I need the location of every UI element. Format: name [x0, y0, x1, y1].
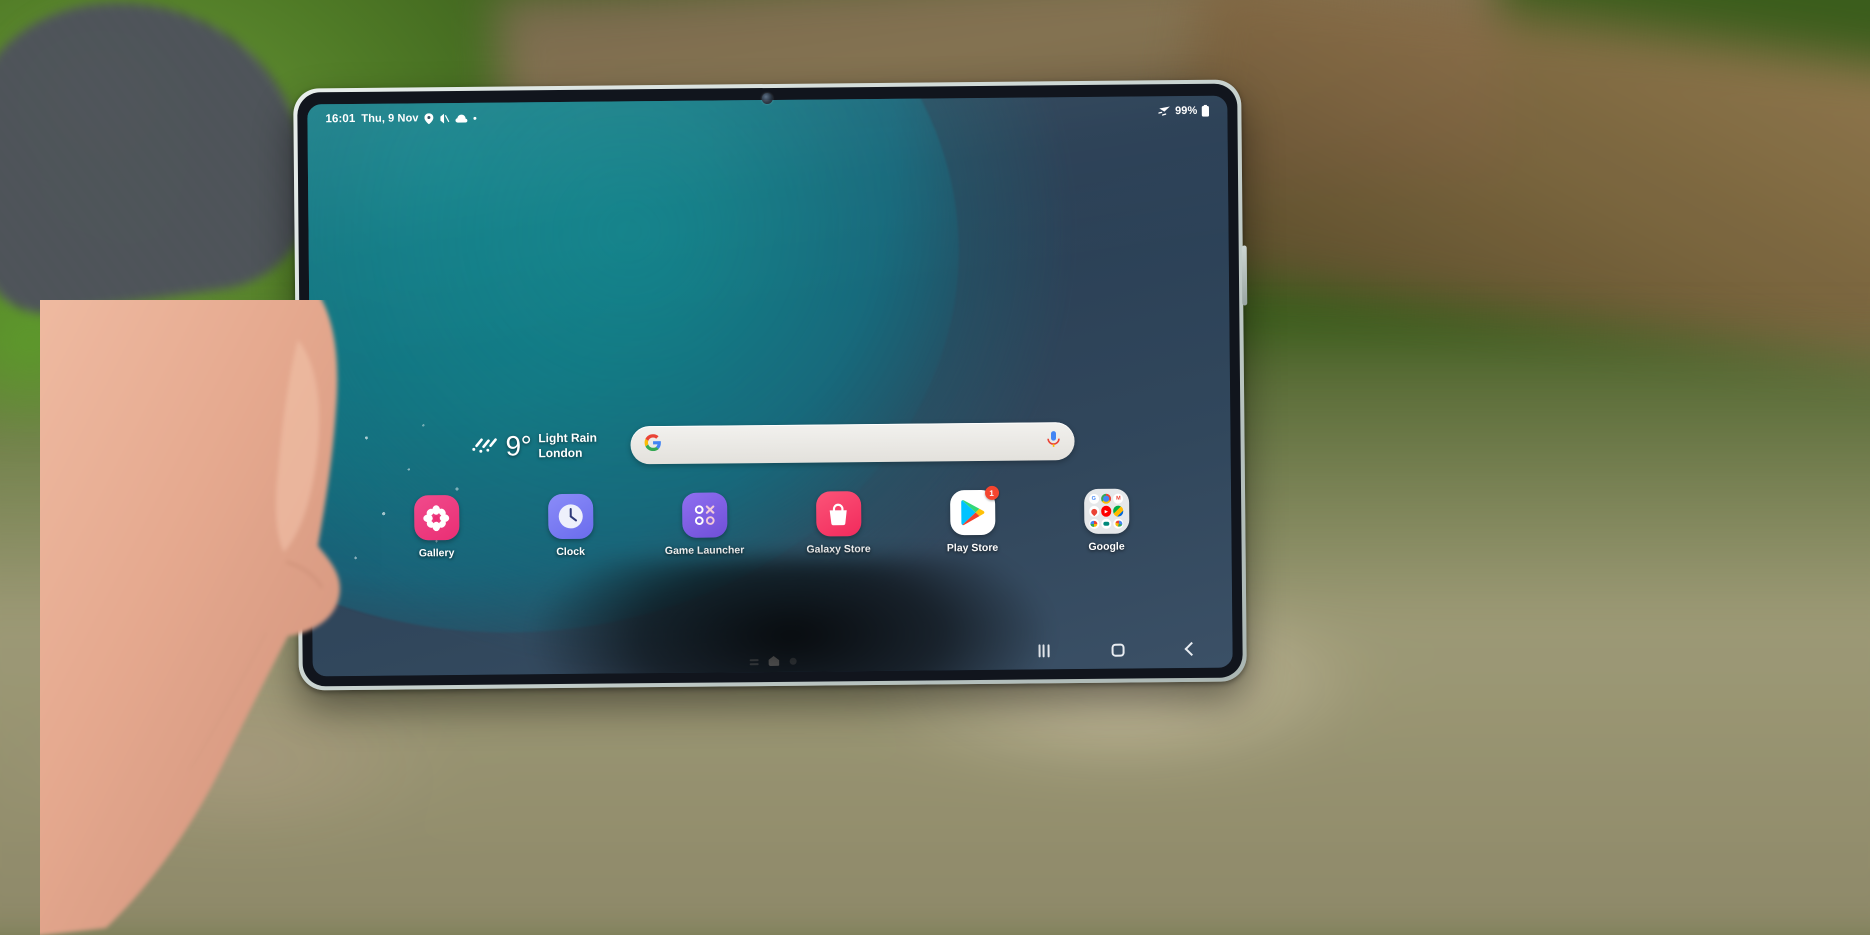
search-input[interactable] — [662, 441, 1047, 445]
power-button[interactable] — [1241, 245, 1248, 306]
light-rain-icon — [470, 432, 498, 461]
chrome-icon — [1100, 493, 1112, 505]
home-page-indicator[interactable] — [768, 656, 779, 666]
app-grid: Gallery Clock Game Launcher Galaxy Store… — [311, 485, 1232, 561]
app-label: Play Store — [946, 541, 999, 555]
youtube-icon: ▶ — [1101, 506, 1112, 517]
status-bar-right: 99% — [1158, 104, 1210, 118]
gallery-icon[interactable] — [413, 494, 459, 541]
more-dot-icon — [473, 116, 477, 120]
app-gallery[interactable]: Gallery — [393, 494, 480, 560]
battery-percent: 99% — [1175, 104, 1198, 118]
home-widget-row: 9° Light Rain London — [310, 412, 1230, 477]
game-launcher-icon[interactable] — [681, 492, 727, 538]
app-galaxy-store[interactable]: Galaxy Store — [795, 491, 882, 556]
app-label: Google — [1088, 540, 1125, 553]
status-time: 16:01 — [325, 112, 356, 126]
weather-detail: Light Rain London — [538, 431, 597, 462]
app-label: Game Launcher — [664, 544, 745, 558]
home-icon — [1110, 643, 1125, 657]
apps-page-indicator[interactable] — [749, 658, 758, 665]
back-button[interactable] — [1178, 636, 1204, 662]
app-game-launcher[interactable]: Game Launcher — [661, 492, 748, 557]
vibrate-icon — [440, 113, 450, 124]
photos-icon — [1088, 518, 1100, 529]
clock-icon[interactable] — [547, 493, 593, 540]
google-g-icon — [645, 434, 662, 456]
tablet-bezel: 16:01 Thu, 9 Nov 99% 9° Light Rain Londo… — [297, 83, 1243, 687]
battery-icon — [1201, 104, 1210, 117]
weather-location: London — [538, 445, 583, 461]
page-indicator-3[interactable] — [789, 657, 797, 665]
photo-scene: 16:01 Thu, 9 Nov 99% 9° Light Rain Londo… — [0, 0, 1870, 935]
tablet-device: 16:01 Thu, 9 Nov 99% 9° Light Rain Londo… — [293, 79, 1248, 691]
google-one-icon — [1113, 518, 1124, 529]
gmail-icon: M — [1113, 493, 1124, 505]
google-folder-icon[interactable]: G M ▶ — [1083, 488, 1129, 534]
weather-widget[interactable]: 9° Light Rain London — [470, 430, 597, 462]
play-store-badge: 1 — [984, 485, 999, 500]
maps-icon — [1088, 506, 1100, 517]
data-saver-icon — [1158, 106, 1171, 116]
galaxy-store-icon[interactable] — [815, 491, 861, 537]
app-label: Gallery — [418, 547, 455, 560]
cloud-icon — [455, 113, 468, 123]
status-bar-left: 16:01 Thu, 9 Nov — [325, 112, 477, 126]
app-play-store[interactable]: 1 Play Store — [929, 485, 1016, 555]
play-store-icon[interactable]: 1 — [949, 485, 999, 536]
app-label: Clock — [556, 545, 585, 559]
location-icon — [424, 112, 434, 124]
meet-icon — [1101, 518, 1112, 529]
app-clock[interactable]: Clock — [527, 493, 614, 559]
recents-button[interactable] — [1030, 637, 1056, 663]
drive-icon — [1113, 505, 1124, 517]
navigation-bar[interactable] — [1030, 636, 1204, 664]
microphone-icon[interactable] — [1047, 430, 1061, 453]
back-icon — [1184, 641, 1199, 657]
home-button[interactable] — [1104, 637, 1130, 663]
app-label: Galaxy Store — [806, 543, 871, 556]
weather-condition: Light Rain — [538, 430, 598, 446]
tablet-screen[interactable]: 16:01 Thu, 9 Nov 99% 9° Light Rain Londo… — [307, 95, 1233, 677]
app-google-folder[interactable]: G M ▶ Google — [1063, 488, 1150, 553]
google-search-bar[interactable] — [630, 422, 1076, 465]
recents-icon — [1037, 643, 1050, 657]
weather-temperature: 9° — [505, 430, 532, 462]
status-date: Thu, 9 Nov — [361, 112, 419, 125]
google-icon: G — [1088, 493, 1099, 505]
